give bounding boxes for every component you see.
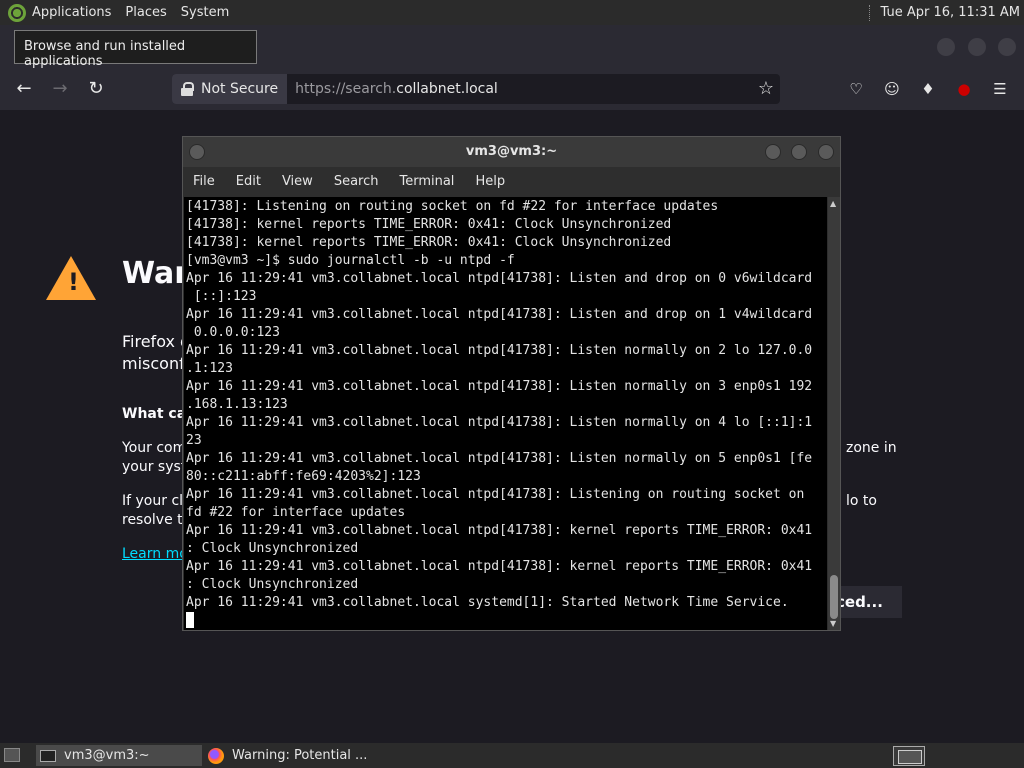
- taskbar-item-firefox[interactable]: Warning: Potential ...: [204, 745, 370, 766]
- terminal-maximize-button[interactable]: [791, 144, 807, 160]
- terminal-minimize-button[interactable]: [765, 144, 781, 160]
- page-text: Your com: [122, 440, 187, 456]
- extensions-icon[interactable]: ♦: [918, 79, 938, 99]
- terminal-line: Apr 16 11:29:41 vm3.collabnet.local ntpd…: [186, 487, 805, 502]
- applications-menu[interactable]: Applications: [32, 5, 111, 20]
- terminal-cursor: [186, 612, 194, 628]
- maximize-window-button[interactable]: [968, 38, 986, 56]
- menu-file[interactable]: File: [193, 174, 215, 189]
- terminal-output[interactable]: [41738]: Listening on routing socket on …: [184, 197, 827, 630]
- menu-search[interactable]: Search: [334, 174, 379, 189]
- not-secure-label: Not Secure: [201, 81, 279, 97]
- applications-tooltip: Browse and run installed applications: [14, 30, 257, 69]
- firefox-icon: [208, 747, 224, 764]
- show-desktop-icon[interactable]: [4, 748, 20, 762]
- terminal-line: .168.1.13:123: [186, 397, 288, 412]
- page-title: War: [122, 256, 190, 291]
- back-arrow-icon[interactable]: ←: [12, 78, 36, 100]
- terminal-line: [41738]: kernel reports TIME_ERROR: 0x41…: [186, 217, 672, 232]
- menu-help[interactable]: Help: [475, 174, 505, 189]
- terminal-line: Apr 16 11:29:41 vm3.collabnet.local ntpd…: [186, 343, 813, 358]
- taskbar-item-label: vm3@vm3:~: [64, 748, 150, 763]
- site-security-indicator[interactable]: Not Secure: [172, 74, 288, 104]
- bookmark-star-icon[interactable]: ☆: [758, 78, 774, 99]
- scroll-up-icon[interactable]: ▲: [830, 199, 836, 208]
- terminal-scrollbar[interactable]: ▲ ▼: [828, 197, 840, 630]
- terminal-line: Apr 16 11:29:41 vm3.collabnet.local ntpd…: [186, 559, 813, 574]
- menu-edit[interactable]: Edit: [236, 174, 261, 189]
- window-menu-icon[interactable]: [189, 144, 205, 160]
- terminal-window[interactable]: vm3@vm3:~ File Edit View Search Terminal…: [182, 136, 841, 631]
- terminal-line: [::]:123: [186, 289, 257, 304]
- terminal-close-button[interactable]: [818, 144, 834, 160]
- page-text: Firefox d: [122, 332, 191, 351]
- terminal-line: Apr 16 11:29:41 vm3.collabnet.local ntpd…: [186, 271, 813, 286]
- terminal-line: .1:123: [186, 361, 233, 376]
- applications-menu-icon[interactable]: [8, 3, 26, 22]
- terminal-titlebar[interactable]: vm3@vm3:~: [183, 137, 840, 167]
- terminal-line: [41738]: kernel reports TIME_ERROR: 0x41…: [186, 235, 672, 250]
- workspace-switcher[interactable]: [893, 746, 925, 766]
- page-text: misconf: [122, 354, 185, 373]
- terminal-line: : Clock Unsynchronized: [186, 577, 359, 592]
- top-panel: Applications Places System Tue Apr 16, 1…: [0, 0, 1024, 25]
- terminal-line: Apr 16 11:29:41 vm3.collabnet.local syst…: [186, 595, 789, 610]
- account-icon[interactable]: ☺: [882, 79, 902, 99]
- taskbar-item-label: Warning: Potential ...: [232, 748, 368, 763]
- terminal-line: Apr 16 11:29:41 vm3.collabnet.local ntpd…: [186, 451, 813, 466]
- warning-icon: !: [46, 256, 96, 300]
- close-window-button[interactable]: [998, 38, 1016, 56]
- menu-terminal[interactable]: Terminal: [399, 174, 454, 189]
- terminal-line: 0.0.0.0:123: [186, 325, 280, 340]
- panel-separator: [868, 4, 873, 21]
- learn-more-link[interactable]: Learn mo: [122, 546, 188, 562]
- page-text: zone in: [846, 440, 897, 456]
- system-menu[interactable]: System: [181, 5, 229, 20]
- minimize-window-button[interactable]: [937, 38, 955, 56]
- terminal-line: Apr 16 11:29:41 vm3.collabnet.local ntpd…: [186, 307, 813, 322]
- url-bar[interactable]: Not Secure https://search.collabnet.loca…: [172, 74, 780, 104]
- terminal-line: Apr 16 11:29:41 vm3.collabnet.local ntpd…: [186, 415, 813, 430]
- reload-icon[interactable]: ↻: [84, 78, 108, 100]
- terminal-line: 80::c211:abff:fe69:4203%2]:123: [186, 469, 421, 484]
- panel-clock[interactable]: Tue Apr 16, 11:31 AM: [881, 5, 1020, 20]
- terminal-line: [41738]: Listening on routing socket on …: [186, 199, 719, 214]
- terminal-line: Apr 16 11:29:41 vm3.collabnet.local ntpd…: [186, 379, 813, 394]
- taskbar-item-terminal[interactable]: vm3@vm3:~: [36, 745, 202, 766]
- terminal-title: vm3@vm3:~: [465, 144, 558, 159]
- terminal-line: fd #22 for interface updates: [186, 505, 406, 520]
- terminal-icon: [40, 749, 56, 762]
- url-text[interactable]: https://search.collabnet.local: [295, 81, 498, 97]
- menu-view[interactable]: View: [282, 174, 313, 189]
- page-text: your syst: [122, 459, 187, 475]
- hamburger-menu-icon[interactable]: ☰: [990, 79, 1010, 99]
- terminal-line: Apr 16 11:29:41 vm3.collabnet.local ntpd…: [186, 523, 813, 538]
- scroll-down-icon[interactable]: ▼: [830, 619, 836, 628]
- terminal-line: 23: [186, 433, 202, 448]
- scrollbar-thumb[interactable]: [830, 575, 838, 619]
- forward-arrow-icon[interactable]: →: [48, 78, 72, 100]
- pocket-icon[interactable]: ♡: [846, 79, 866, 99]
- lock-icon: [181, 82, 194, 96]
- places-menu[interactable]: Places: [125, 5, 166, 20]
- terminal-line: : Clock Unsynchronized: [186, 541, 359, 556]
- page-text: lo to: [846, 493, 877, 509]
- ublock-origin-icon[interactable]: ●: [954, 79, 974, 99]
- terminal-line: [vm3@vm3 ~]$ sudo journalctl -b -u ntpd …: [186, 253, 515, 268]
- terminal-menubar: File Edit View Search Terminal Help: [183, 167, 840, 196]
- bottom-panel: vm3@vm3:~ Warning: Potential ...: [0, 743, 1024, 768]
